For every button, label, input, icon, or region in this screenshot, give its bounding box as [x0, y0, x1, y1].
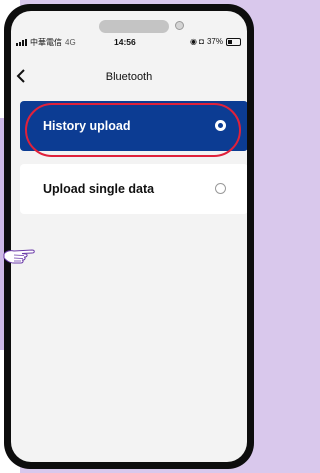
carrier-name: 中華電信 — [30, 38, 62, 47]
status-bar-left: 中華電信 4G — [16, 37, 76, 48]
status-bar: 中華電信 4G 14:56 ◉ ◘ 37% — [11, 36, 247, 50]
dynamic-island — [99, 20, 169, 33]
network-type: 4G — [65, 38, 76, 47]
status-icons: ◉ ◘ — [189, 37, 204, 46]
radio-unselected-icon[interactable] — [215, 183, 226, 194]
battery-fill — [228, 39, 232, 44]
page-title: Bluetooth — [105, 71, 153, 83]
option-label: Upload single data — [43, 182, 155, 196]
option-upload-single-data[interactable]: Upload single data — [20, 164, 247, 214]
highlight-outline — [25, 103, 241, 157]
status-bar-right: ◉ ◘ 37% — [190, 37, 241, 46]
phone-frame: 中華電信 4G 14:56 ◉ ◘ 37% Bluetooth History … — [4, 4, 254, 469]
battery-percent: 37% — [206, 37, 223, 46]
battery-icon — [226, 37, 241, 46]
signal-icon — [16, 39, 27, 46]
status-time: 14:56 — [114, 37, 136, 47]
nav-bar: Bluetooth — [11, 67, 247, 91]
camera-icon — [175, 21, 184, 30]
pointing-hand-icon — [3, 249, 35, 264]
phone-screen: 中華電信 4G 14:56 ◉ ◘ 37% Bluetooth History … — [11, 11, 247, 462]
